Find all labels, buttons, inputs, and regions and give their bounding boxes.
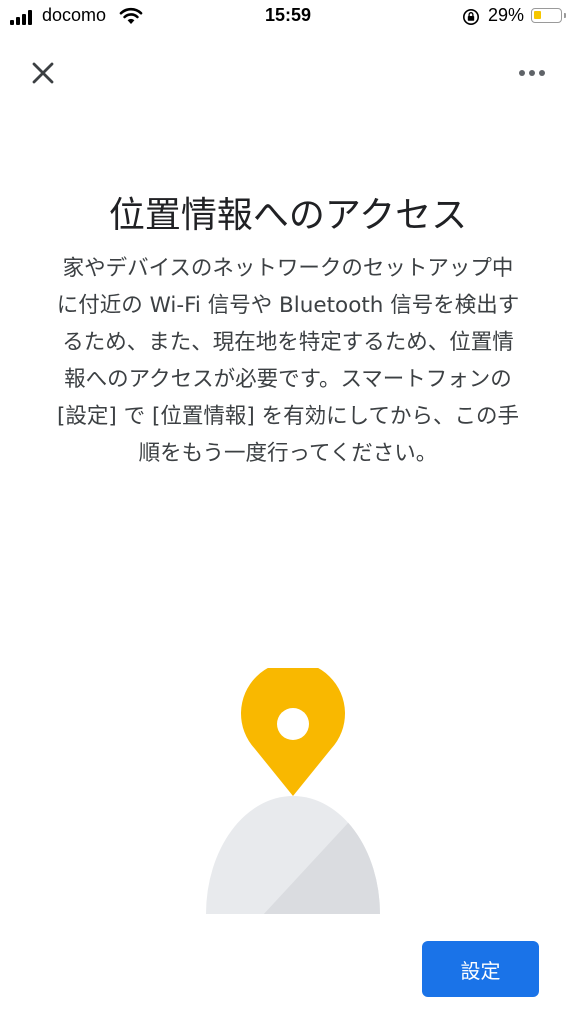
page-title: 位置情報へのアクセス <box>108 195 468 236</box>
person-body-shape <box>206 796 380 914</box>
description-line: に付近の Wi-Fi 信号や Bluetooth 信号を検出す <box>56 293 520 318</box>
location-pin-person-illustration <box>206 668 380 914</box>
close-icon <box>32 62 54 84</box>
close-button[interactable] <box>22 52 64 94</box>
description-line: 順をもう一度行ってください。 <box>138 441 438 466</box>
description-line: 家やデバイスのネットワークのセットアップ中 <box>62 256 514 281</box>
more-options-button[interactable] <box>512 56 552 90</box>
battery-icon <box>531 8 566 23</box>
battery-percent: 29% <box>488 5 525 25</box>
description-line: るため、また、現在地を特定するため、位置情 <box>62 330 514 355</box>
status-bar: docomo 15:59 29% <box>0 0 576 34</box>
description-text: 家やデバイスのネットワークのセットアップ中 に付近の Wi-Fi 信号や Blu… <box>40 250 536 472</box>
more-horizontal-icon <box>519 70 545 76</box>
description-line: [設定] で [位置情報] を有効にしてから、この手 <box>57 404 519 429</box>
orientation-lock-icon <box>463 9 479 25</box>
description-line: 報へのアクセスが必要です。スマートフォンの <box>64 367 512 392</box>
settings-button[interactable]: 設定 <box>422 941 539 997</box>
location-pin-icon <box>241 668 345 796</box>
